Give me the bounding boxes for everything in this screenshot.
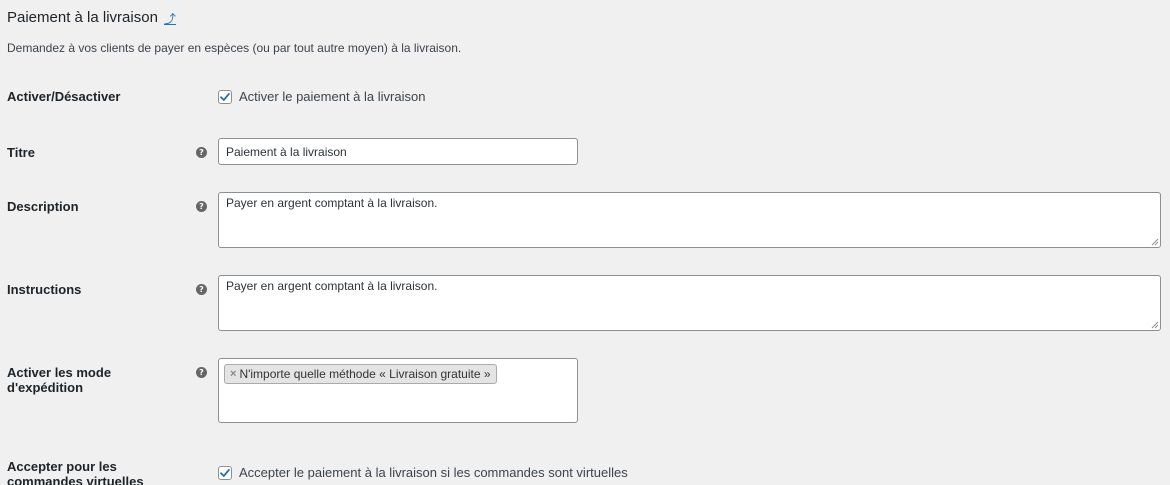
page-title-row: Paiement à la livraison ⤴	[7, 8, 176, 27]
resize-grip-icon[interactable]	[1151, 321, 1159, 329]
description-textarea[interactable]: Payer en argent comptant à la livraison.	[218, 192, 1161, 248]
instructions-textarea[interactable]: Payer en argent comptant à la livraison.	[218, 275, 1161, 331]
resize-grip-icon[interactable]	[1151, 238, 1159, 246]
shipping-methods-select[interactable]: × N'importe quelle méthode « Livraison g…	[218, 358, 578, 423]
help-icon[interactable]: ?	[196, 367, 207, 378]
help-icon[interactable]: ?	[196, 147, 207, 158]
help-icon[interactable]: ?	[196, 284, 207, 295]
description-label: Description	[7, 199, 79, 214]
settings-page: Paiement à la livraison ⤴ Demandez à vos…	[0, 0, 1170, 485]
back-to-payments-link-icon[interactable]: ⤴	[164, 10, 176, 27]
checkmark-icon	[220, 92, 230, 101]
remove-token-icon[interactable]: ×	[230, 368, 236, 380]
help-icon[interactable]: ?	[196, 201, 207, 212]
title-label: Titre	[7, 145, 35, 160]
instructions-text: Payer en argent comptant à la livraison.	[226, 279, 438, 293]
enable-checkbox-label: Activer le paiement à la livraison	[239, 89, 426, 104]
title-input[interactable]: Paiement à la livraison	[218, 138, 578, 165]
instructions-label: Instructions	[7, 282, 82, 297]
virtual-orders-label: Accepter pour les commandes virtuelles	[7, 459, 144, 485]
enable-label: Activer/Désactiver	[7, 89, 121, 104]
virtual-checkbox-row[interactable]: Accepter le paiement à la livraison si l…	[218, 465, 628, 480]
page-description: Demandez à vos clients de payer en espèc…	[7, 41, 462, 55]
virtual-checkbox[interactable]	[218, 465, 232, 480]
page-title: Paiement à la livraison	[7, 9, 158, 26]
enable-checkbox[interactable]	[218, 89, 232, 104]
checkmark-icon	[220, 468, 230, 477]
enable-checkbox-row[interactable]: Activer le paiement à la livraison	[218, 89, 425, 104]
shipping-method-token: × N'importe quelle méthode « Livraison g…	[224, 364, 497, 384]
virtual-checkbox-label: Accepter le paiement à la livraison si l…	[239, 465, 628, 480]
shipping-methods-label: Activer les mode d'expédition	[7, 365, 112, 395]
token-label: N'importe quelle méthode « Livraison gra…	[239, 367, 491, 381]
description-text: Payer en argent comptant à la livraison.	[226, 196, 438, 210]
